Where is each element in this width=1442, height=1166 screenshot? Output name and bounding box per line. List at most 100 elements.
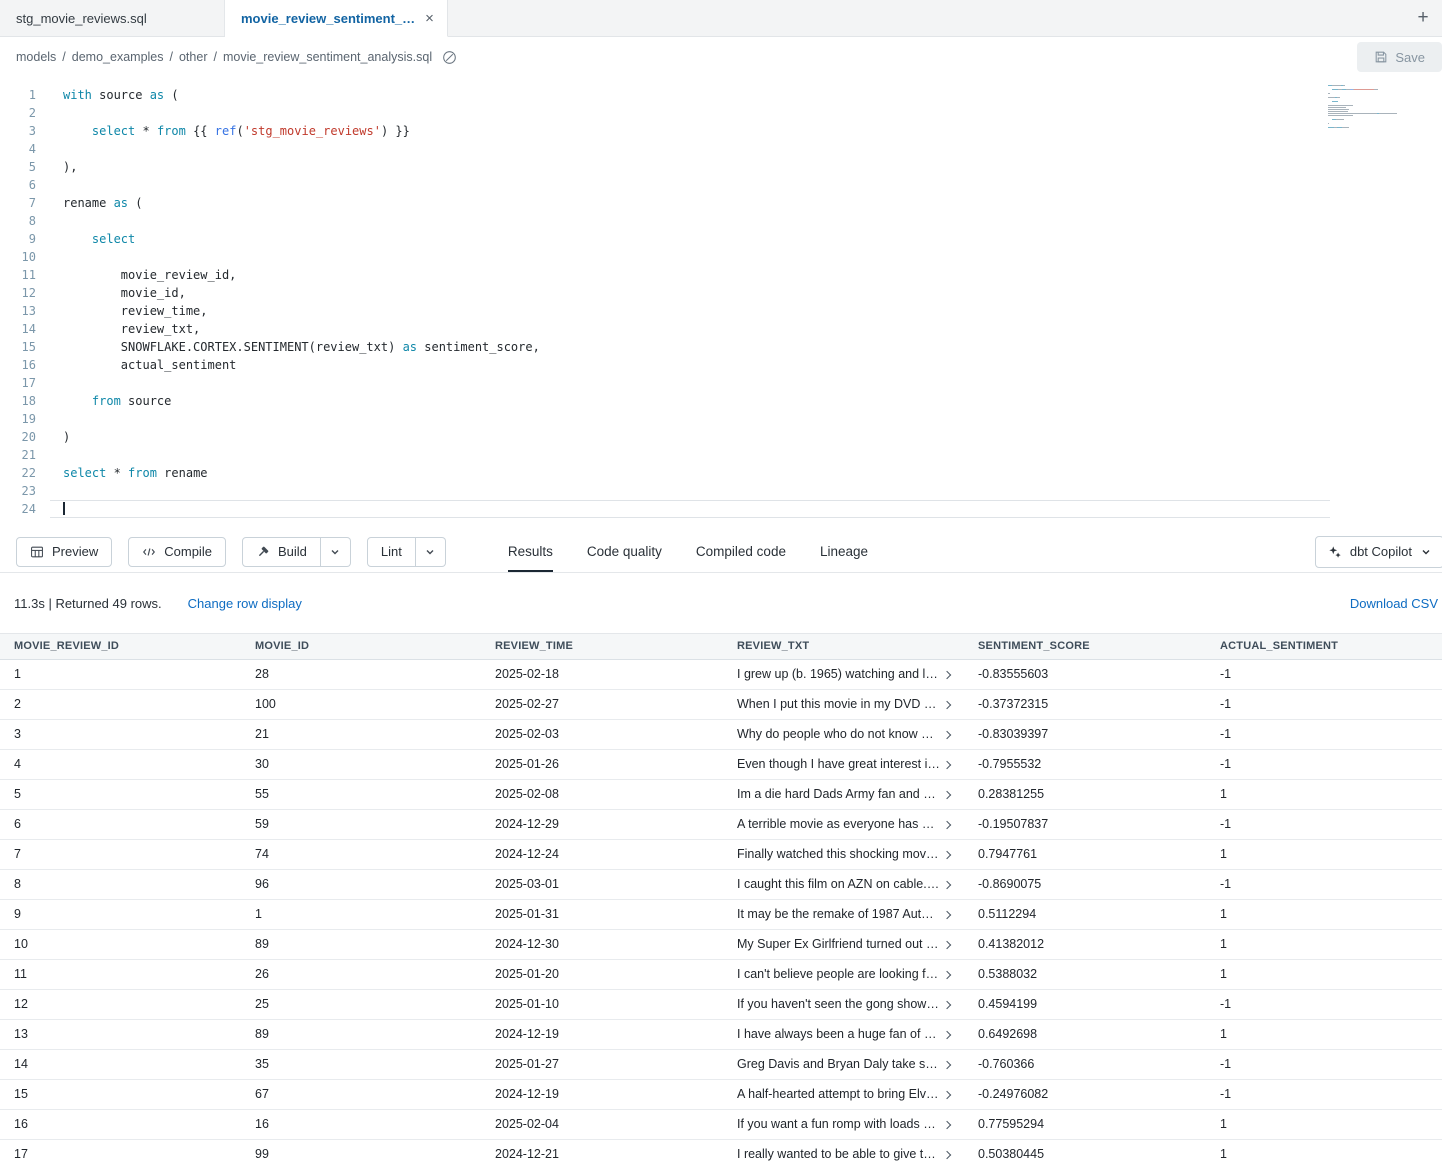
table-row: 13892024-12-19I have always been a huge … [0,1020,1442,1050]
code-brackets-icon [142,545,156,559]
review-text: It may be the remake of 1987 Autumn'… [737,900,940,929]
column-header-review_time[interactable]: REVIEW_TIME [481,634,723,659]
tab-compiled-code[interactable]: Compiled code [696,531,786,572]
expand-cell-icon[interactable] [940,938,954,952]
result-tabs: Results Code quality Compiled code Linea… [508,531,868,572]
cell-actual_sentiment: 1 [1206,840,1442,869]
new-tab-button[interactable]: + [1404,0,1442,36]
line-number: 18 [0,392,50,410]
line-number: 15 [0,338,50,356]
file-state-icon[interactable] [442,50,457,65]
table-row: 15672024-12-19A half-hearted attempt to … [0,1080,1442,1110]
expand-cell-icon[interactable] [940,728,954,742]
expand-cell-icon[interactable] [940,848,954,862]
change-row-display-link[interactable]: Change row display [188,596,302,611]
cell-movie_review_id: 14 [0,1050,241,1079]
compile-button[interactable]: Compile [128,537,226,567]
editor-line: 7rename as ( [0,194,1442,212]
expand-cell-icon[interactable] [940,878,954,892]
dbt-copilot-button[interactable]: dbt Copilot [1315,536,1442,568]
build-split-button: Build [242,537,351,567]
close-icon[interactable]: × [425,10,434,27]
preview-button[interactable]: Preview [16,537,112,567]
editor-line: 2 [0,104,1442,122]
cell-review_time: 2024-12-19 [481,1020,723,1049]
cell-movie_id: 26 [241,960,481,989]
cell-movie_id: 55 [241,780,481,809]
table-row: 21002025-02-27When I put this movie in m… [0,690,1442,720]
line-number: 19 [0,410,50,428]
table-row: 912025-01-31It may be the remake of 1987… [0,900,1442,930]
code-editor[interactable]: 1with source as (23 select * from {{ ref… [0,77,1442,531]
results-table-header: MOVIE_REVIEW_IDMOVIE_IDREVIEW_TIMEREVIEW… [0,633,1442,660]
cell-sentiment_score: -0.83039397 [964,720,1206,749]
expand-cell-icon[interactable] [940,1118,954,1132]
build-button[interactable]: Build [242,537,321,567]
table-row: 1282025-02-18I grew up (b. 1965) watchin… [0,660,1442,690]
cell-actual_sentiment: 1 [1206,960,1442,989]
cell-actual_sentiment: 1 [1206,1110,1442,1139]
expand-cell-icon[interactable] [940,998,954,1012]
tab-code-quality[interactable]: Code quality [587,531,662,572]
cell-movie_id: 59 [241,810,481,839]
cell-review_txt: Finally watched this shocking movie la… [723,840,964,869]
expand-cell-icon[interactable] [940,758,954,772]
expand-cell-icon[interactable] [940,968,954,982]
cell-sentiment_score: -0.83555603 [964,660,1206,689]
cell-movie_review_id: 16 [0,1110,241,1139]
results-table: MOVIE_REVIEW_IDMOVIE_IDREVIEW_TIMEREVIEW… [0,633,1442,1166]
cell-movie_review_id: 13 [0,1020,241,1049]
table-row: 3212025-02-03Why do people who do not kn… [0,720,1442,750]
line-number: 22 [0,464,50,482]
cell-review_txt: When I put this movie in my DVD playe… [723,690,964,719]
cell-review_txt: A terrible movie as everyone has said. … [723,810,964,839]
cell-review_time: 2025-01-26 [481,750,723,779]
expand-cell-icon[interactable] [940,788,954,802]
breadcrumb-item: models [16,50,56,64]
expand-cell-icon[interactable] [940,698,954,712]
file-tab-movie-review-sentiment[interactable]: movie_review_sentiment_… × [225,0,448,37]
file-tabbar: stg_movie_reviews.sql movie_review_senti… [0,0,1442,37]
tab-lineage[interactable]: Lineage [820,531,868,572]
editor-line: 17 [0,374,1442,392]
cell-review_txt: Greg Davis and Bryan Daly take some … [723,1050,964,1079]
cell-review_time: 2025-01-27 [481,1050,723,1079]
expand-cell-icon[interactable] [940,818,954,832]
expand-cell-icon[interactable] [940,1058,954,1072]
editor-minimap[interactable] [1328,85,1398,133]
review-text: I really wanted to be able to give this … [737,1140,940,1166]
cell-movie_review_id: 8 [0,870,241,899]
line-number: 7 [0,194,50,212]
cell-review_txt: If you haven't seen the gong show TV s… [723,990,964,1019]
editor-line: 3 select * from {{ ref('stg_movie_review… [0,122,1442,140]
cell-movie_review_id: 4 [0,750,241,779]
expand-cell-icon[interactable] [940,1028,954,1042]
lint-dropdown-button[interactable] [416,537,446,567]
cell-movie_review_id: 5 [0,780,241,809]
cell-review_time: 2024-12-21 [481,1140,723,1166]
column-header-sentiment_score[interactable]: SENTIMENT_SCORE [964,634,1206,659]
build-dropdown-button[interactable] [321,537,351,567]
line-number: 10 [0,248,50,266]
column-header-movie_review_id[interactable]: MOVIE_REVIEW_ID [0,634,241,659]
cell-movie_id: 67 [241,1080,481,1109]
tab-results[interactable]: Results [508,531,553,572]
expand-cell-icon[interactable] [940,1148,954,1162]
line-number: 9 [0,230,50,248]
expand-cell-icon[interactable] [940,668,954,682]
save-button[interactable]: Save [1357,42,1442,72]
column-header-actual_sentiment[interactable]: ACTUAL_SENTIMENT [1206,634,1442,659]
tab-label: Compiled code [696,544,786,559]
column-header-movie_id[interactable]: MOVIE_ID [241,634,481,659]
file-tab-stg-movie-reviews[interactable]: stg_movie_reviews.sql [0,0,225,36]
breadcrumb-separator: / [62,50,65,64]
column-header-review_txt[interactable]: REVIEW_TXT [723,634,964,659]
review-text: When I put this movie in my DVD playe… [737,690,940,719]
expand-cell-icon[interactable] [940,908,954,922]
preview-button-label: Preview [52,544,98,559]
download-csv-link[interactable]: Download CSV [1350,596,1438,611]
table-row: 12252025-01-10If you haven't seen the go… [0,990,1442,1020]
expand-cell-icon[interactable] [940,1088,954,1102]
lint-button[interactable]: Lint [367,537,416,567]
tab-label: Results [508,544,553,559]
